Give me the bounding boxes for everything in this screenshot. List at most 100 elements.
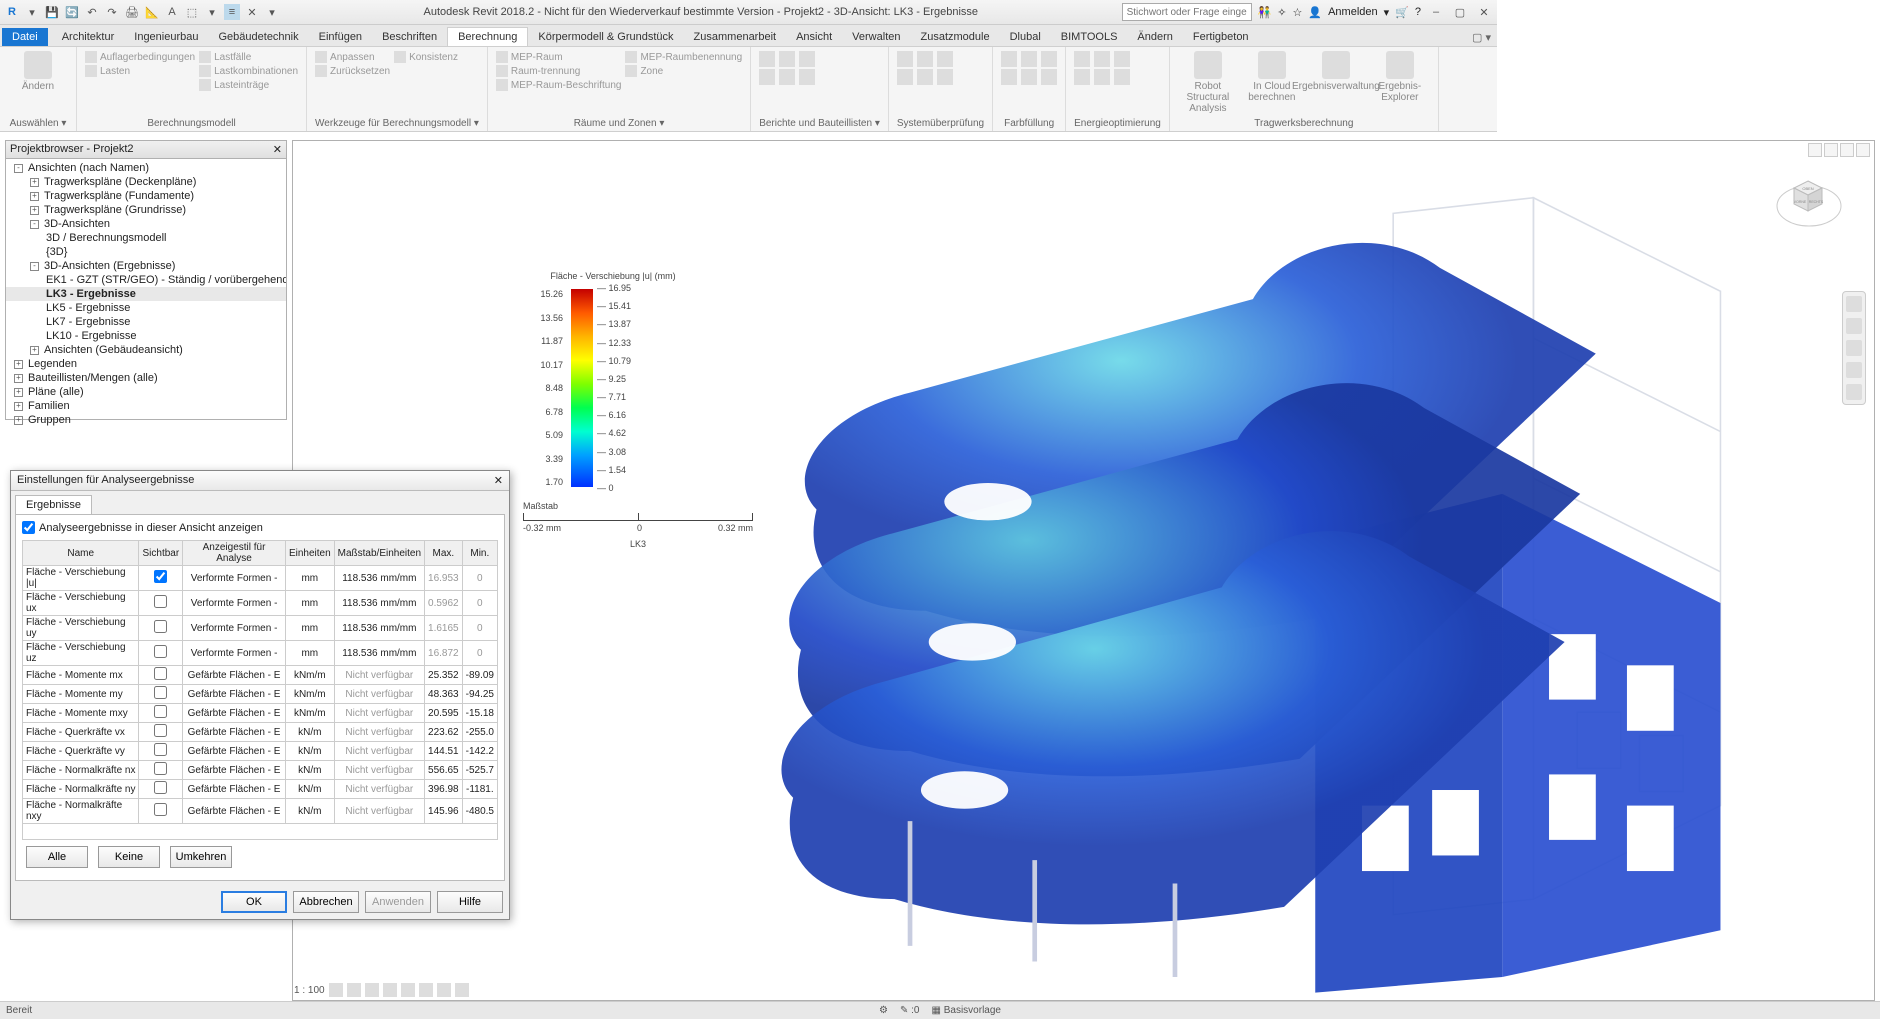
ribbon-small-button[interactable] xyxy=(897,51,913,67)
ribbon-tab-ndern[interactable]: Ändern xyxy=(1127,28,1182,46)
redo-icon[interactable]: ↷ xyxy=(104,4,120,20)
ribbon-item[interactable]: Zurücksetzen xyxy=(315,65,390,77)
ribbon-tab-gebudetechnik[interactable]: Gebäudetechnik xyxy=(209,28,309,46)
tree-node[interactable]: -3D-Ansichten (Ergebnisse) xyxy=(6,259,286,273)
minimize-button[interactable]: – xyxy=(1427,3,1445,21)
ribbon-tab-ingenieurbau[interactable]: Ingenieurbau xyxy=(124,28,208,46)
table-row[interactable]: Fläche - Normalkräfte nxyGefärbte Fläche… xyxy=(23,799,498,824)
table-row[interactable]: Fläche - Verschiebung uyVerformte Formen… xyxy=(23,616,498,641)
tree-node[interactable]: -3D-Ansichten xyxy=(6,217,286,231)
ribbon-item[interactable]: MEP-Raumbenennung xyxy=(625,51,742,63)
tree-node[interactable]: +Tragwerkspläne (Fundamente) xyxy=(6,189,286,203)
tree-node[interactable]: LK5 - Ergebnisse xyxy=(6,301,286,315)
tree-node[interactable]: +Legenden xyxy=(6,357,286,371)
close-button[interactable]: ✕ xyxy=(1475,3,1493,21)
ribbon-item[interactable]: Lasteinträge xyxy=(199,79,298,91)
apply-button[interactable]: Anwenden xyxy=(365,891,431,913)
ribbon-tab-architektur[interactable]: Architektur xyxy=(52,28,125,46)
dialog-close-icon[interactable]: ✕ xyxy=(494,474,503,487)
ribbon-small-button[interactable] xyxy=(917,51,933,67)
ribbon-tab-berechnung[interactable]: Berechnung xyxy=(447,27,528,46)
vb-icon[interactable] xyxy=(455,983,469,997)
table-row[interactable]: Fläche - Normalkräfte nxGefärbte Flächen… xyxy=(23,761,498,780)
ribbon-tab-einfgen[interactable]: Einfügen xyxy=(309,28,372,46)
tree-node[interactable]: EK1 - GZT (STR/GEO) - Ständig / vorüberg… xyxy=(6,273,286,287)
column-header[interactable]: Min. xyxy=(462,541,497,566)
column-header[interactable]: Maßstab/Einheiten xyxy=(334,541,424,566)
project-tree[interactable]: -Ansichten (nach Namen)+Tragwerkspläne (… xyxy=(6,159,286,429)
vb-icon[interactable] xyxy=(437,983,451,997)
ribbon-small-button[interactable] xyxy=(779,51,795,67)
ribbon-small-button[interactable] xyxy=(1094,69,1110,85)
nav-pan-icon[interactable] xyxy=(1846,318,1862,334)
vb-icon[interactable] xyxy=(383,983,397,997)
3d-icon[interactable]: ⬚ xyxy=(184,4,200,20)
ribbon-small-button[interactable] xyxy=(1074,51,1090,67)
all-button[interactable]: Alle xyxy=(26,846,88,868)
cancel-button[interactable]: Abbrechen xyxy=(293,891,359,913)
table-row[interactable]: Fläche - Verschiebung uxVerformte Formen… xyxy=(23,591,498,616)
ribbon-small-button[interactable] xyxy=(917,69,933,85)
ribbon-button[interactable]: In Cloud berechnen xyxy=(1242,51,1302,103)
vp-max-icon[interactable] xyxy=(1824,143,1838,157)
print-icon[interactable]: 🖨 xyxy=(124,4,140,20)
column-header[interactable]: Einheiten xyxy=(285,541,334,566)
ribbon-tab-zusammenarbeit[interactable]: Zusammenarbeit xyxy=(684,28,787,46)
ribbon-small-button[interactable] xyxy=(937,69,953,85)
tree-node[interactable]: +Pläne (alle) xyxy=(6,385,286,399)
ribbon-item[interactable]: MEP-Raum-Beschriftung xyxy=(496,79,622,91)
ribbon-tab-bimtools[interactable]: BIMTOOLS xyxy=(1051,28,1128,46)
ribbon-item[interactable]: Lasten xyxy=(85,65,195,77)
vp-restore-icon[interactable] xyxy=(1840,143,1854,157)
table-row[interactable]: Fläche - Verschiebung uzVerformte Formen… xyxy=(23,641,498,666)
ribbon-item[interactable]: MEP-Raum xyxy=(496,51,622,63)
ribbon-small-button[interactable] xyxy=(779,69,795,85)
ribbon-small-button[interactable] xyxy=(799,69,815,85)
ribbon-item[interactable]: Konsistenz xyxy=(394,51,458,63)
ribbon-item[interactable]: Auflagerbedingungen xyxy=(85,51,195,63)
column-header[interactable]: Name xyxy=(23,541,139,566)
maximize-button[interactable]: ▢ xyxy=(1451,3,1469,21)
nav-look-icon[interactable] xyxy=(1846,384,1862,400)
tree-node[interactable]: LK3 - Ergebnisse xyxy=(6,287,286,301)
ribbon-small-button[interactable] xyxy=(1041,51,1057,67)
ribbon-tab-datei[interactable]: Datei xyxy=(2,28,48,46)
nav-wheel-icon[interactable] xyxy=(1846,296,1862,312)
ribbon-small-button[interactable] xyxy=(1114,69,1130,85)
table-row[interactable]: Fläche - Querkräfte vxGefärbte Flächen -… xyxy=(23,723,498,742)
vb-icon[interactable] xyxy=(329,983,343,997)
ribbon-button[interactable]: Robot Structural Analysis xyxy=(1178,51,1238,114)
ribbon-item[interactable]: Lastfälle xyxy=(199,51,298,63)
sync-icon[interactable]: 🔄 xyxy=(64,4,80,20)
tree-node[interactable]: +Ansichten (Gebäudeansicht) xyxy=(6,343,286,357)
tree-node[interactable]: +Familien xyxy=(6,399,286,413)
ribbon-small-button[interactable] xyxy=(1074,69,1090,85)
search-input[interactable] xyxy=(1122,3,1252,21)
status-template[interactable]: ▦ Basisvorlage xyxy=(931,1005,1001,1016)
tab-ergebnisse[interactable]: Ergebnisse xyxy=(15,495,92,514)
vb-icon[interactable] xyxy=(347,983,361,997)
ribbon-item[interactable]: Anpassen xyxy=(315,51,390,63)
ribbon-item[interactable]: Zone xyxy=(625,65,742,77)
ribbon-tab-verwalten[interactable]: Verwalten xyxy=(842,28,910,46)
invert-button[interactable]: Umkehren xyxy=(170,846,232,868)
ribbon-small-button[interactable] xyxy=(1094,51,1110,67)
help-button[interactable]: Hilfe xyxy=(437,891,503,913)
open-icon[interactable]: ▾ xyxy=(24,4,40,20)
measure-icon[interactable]: 📐 xyxy=(144,4,160,20)
undo-icon[interactable]: ↶ xyxy=(84,4,100,20)
tree-node[interactable]: 3D / Berechnungsmodell xyxy=(6,231,286,245)
table-row[interactable]: Fläche - Momente mxyGefärbte Flächen - E… xyxy=(23,704,498,723)
tree-node[interactable]: LK10 - Ergebnisse xyxy=(6,329,286,343)
table-row[interactable]: Fläche - Normalkräfte nyGefärbte Flächen… xyxy=(23,780,498,799)
table-row[interactable]: Fläche - Querkräfte vyGefärbte Flächen -… xyxy=(23,742,498,761)
ribbon-tab-zusatzmodule[interactable]: Zusatzmodule xyxy=(910,28,999,46)
vb-icon[interactable] xyxy=(365,983,379,997)
status-icon[interactable]: ⚙ xyxy=(879,1005,888,1016)
infocenter-icon[interactable]: 👫 xyxy=(1258,6,1272,19)
dropdown-icon[interactable]: ▾ xyxy=(1384,6,1390,19)
3d-model-canvas[interactable] xyxy=(723,151,1814,1008)
ribbon-small-button[interactable] xyxy=(1114,51,1130,67)
ribbon-item[interactable]: Lastkombinationen xyxy=(199,65,298,77)
viewcube[interactable]: OBEN VORNE RECHTS xyxy=(1774,171,1844,231)
